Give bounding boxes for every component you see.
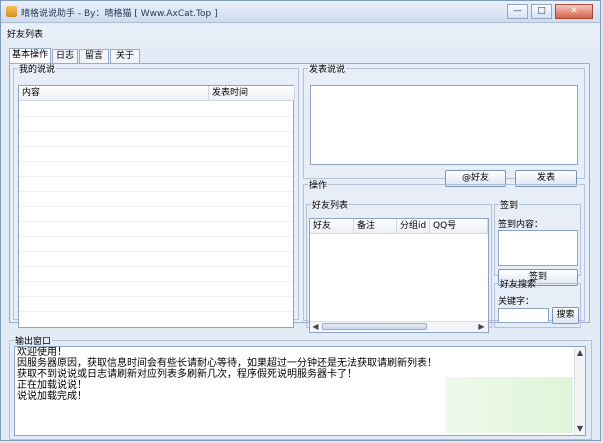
column-header-remark[interactable]: 备注 [354, 219, 397, 234]
column-header-content[interactable]: 内容 [19, 86, 209, 101]
operations-group: 操作 好友列表 好友 备注 分组id QQ号 ◀ ▶ 签到 签到内容： 签到 好… [303, 178, 585, 333]
friend-list-hscroll[interactable]: ◀ ▶ [310, 321, 488, 332]
post-legend: 发表说说 [309, 65, 346, 75]
friend-list-table[interactable]: 好友 备注 分组id QQ号 ◀ ▶ [309, 218, 489, 333]
friend-list-legend: 好友列表 [312, 201, 349, 211]
checkin-group: 签到 签到内容： 签到 [494, 198, 581, 286]
close-button[interactable]: ✕ [555, 4, 593, 19]
decorative-gradient [445, 377, 573, 433]
menu-friend-list[interactable]: 好友列表 [7, 27, 43, 40]
my-posts-legend: 我的说说 [19, 65, 56, 75]
column-header-group-id[interactable]: 分组id [397, 219, 430, 234]
output-textarea[interactable]: 欢迎使用！ 因服务器原因，获取信息时间会有些长请耐心等待，如果超过一分钟还是无法… [14, 346, 586, 436]
scroll-down-icon[interactable]: ▼ [575, 423, 585, 434]
basic-operations-page: 我的说说 内容 发表时间 发表说说 @好友 发表 操作 好友列表 好友 备注 分… [9, 62, 590, 333]
output-line: 因服务器原因，获取信息时间会有些长请耐心等待，如果超过一分钟还是无法获取请刷新列… [17, 358, 437, 369]
column-header-qq[interactable]: QQ号 [430, 219, 488, 234]
my-posts-group: 我的说说 内容 发表时间 [13, 62, 299, 328]
app-icon [6, 6, 17, 17]
checkin-content-input[interactable] [498, 230, 578, 266]
column-header-post-time[interactable]: 发表时间 [209, 86, 295, 101]
friend-search-legend: 好友搜索 [500, 280, 537, 290]
minimize-button[interactable]: — [507, 4, 528, 19]
friend-list-group: 好友列表 好友 备注 分组id QQ号 ◀ ▶ [306, 198, 492, 333]
window-title: 晴格说说助手 - By：晴格猫 [ Www.AxCat.Top ] [21, 9, 218, 19]
friend-search-group: 好友搜索 关键字： 搜索 [494, 277, 581, 328]
search-button[interactable]: 搜索 [552, 307, 579, 324]
scroll-thumb[interactable] [322, 323, 427, 330]
output-vscroll[interactable]: ▲ ▼ [574, 347, 585, 435]
checkin-legend: 签到 [500, 201, 519, 211]
app-window: 晴格说说助手 - By：晴格猫 [ Www.AxCat.Top ] — □ ✕ … [0, 0, 601, 441]
maximize-button[interactable]: □ [531, 4, 552, 19]
scroll-up-icon[interactable]: ▲ [575, 347, 585, 358]
output-line: 欢迎使用！ [17, 347, 67, 358]
keyword-label: 关键字： [498, 297, 535, 307]
checkin-content-label: 签到内容： [498, 220, 544, 230]
post-group: 发表说说 @好友 发表 [303, 62, 585, 187]
my-posts-list[interactable]: 内容 发表时间 [18, 85, 295, 328]
column-header-friend[interactable]: 好友 [310, 219, 354, 234]
post-textarea[interactable] [310, 85, 578, 165]
title-bar: 晴格说说助手 - By：晴格猫 [ Www.AxCat.Top ] — □ ✕ [1, 1, 600, 23]
scroll-right-icon[interactable]: ▶ [476, 322, 487, 332]
menu-bar: 好友列表 [1, 24, 600, 41]
scroll-left-icon[interactable]: ◀ [310, 322, 321, 332]
operations-legend: 操作 [309, 181, 328, 191]
keyword-input[interactable] [498, 308, 549, 323]
